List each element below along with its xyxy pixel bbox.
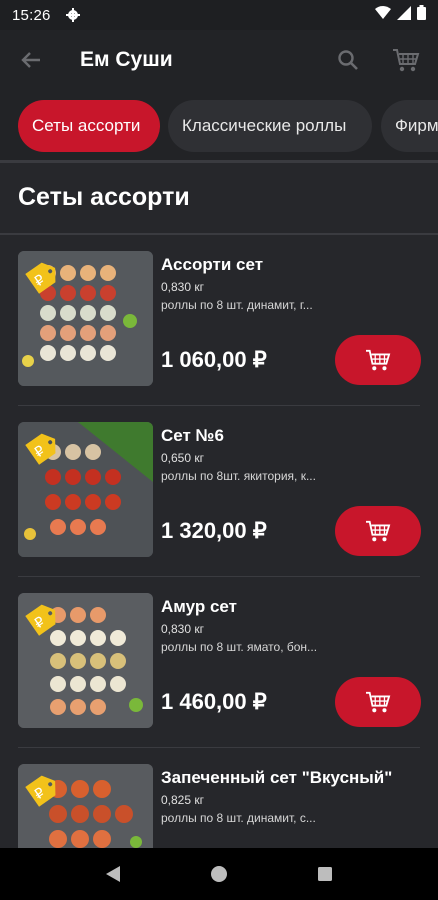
product-weight: 0,830 кг — [161, 622, 204, 636]
app-bar: Ем Суши — [0, 30, 438, 90]
tab-sets-assorti[interactable]: Сеты ассорти — [18, 100, 160, 152]
back-triangle-icon — [106, 866, 120, 882]
product-image[interactable]: ₽ — [18, 251, 153, 386]
product-weight: 0,825 кг — [161, 793, 204, 807]
product-description: роллы по 8 шт. динамит, г... — [161, 298, 313, 312]
price-tag-icon: ₽ — [25, 262, 56, 294]
product-image[interactable]: ₽ — [18, 422, 153, 557]
tab-signature[interactable]: Фирм — [381, 100, 438, 152]
back-button[interactable] — [0, 30, 62, 90]
cart-icon — [393, 49, 420, 72]
product-weight: 0,830 кг — [161, 280, 204, 294]
product-weight: 0,650 кг — [161, 451, 204, 465]
product-name: Сет №6 — [161, 426, 224, 445]
product-description: роллы по 8 шт. ямато, бон... — [161, 640, 318, 654]
price-tag-icon: ₽ — [25, 604, 56, 636]
nav-back-button[interactable] — [93, 854, 133, 894]
home-circle-icon — [211, 866, 227, 882]
product-image[interactable]: ₽ — [18, 593, 153, 728]
product-card[interactable]: ₽ Амур сет 0,830 кг роллы по 8 шт. ямато… — [0, 577, 438, 748]
status-time: 15:26 — [12, 6, 51, 24]
status-bar: 15:26 — [0, 0, 438, 30]
nav-home-button[interactable] — [199, 854, 239, 894]
search-button[interactable] — [330, 42, 366, 78]
product-price: 1 060,00 ₽ — [161, 347, 267, 372]
gear-icon — [65, 7, 81, 23]
price-tag-icon: ₽ — [25, 775, 56, 807]
cart-button[interactable] — [386, 42, 426, 78]
add-to-cart-button[interactable] — [335, 506, 421, 556]
product-card[interactable]: ₽ Сет №6 0,650 кг роллы по 8шт. якитория… — [0, 406, 438, 577]
product-name: Ассорти сет — [161, 255, 264, 274]
back-arrow-icon — [21, 52, 40, 68]
category-tabs: Сеты ассорти Классические роллы Фирм — [0, 90, 438, 162]
tab-classic-rolls[interactable]: Классические роллы — [168, 100, 372, 152]
wifi-icon — [375, 5, 391, 25]
search-icon — [338, 50, 358, 70]
tabs-divider — [0, 160, 438, 163]
product-price: 1 460,00 ₽ — [161, 689, 267, 714]
add-to-cart-button[interactable] — [335, 335, 421, 385]
nav-recents-button[interactable] — [305, 854, 345, 894]
product-name: Амур сет — [161, 597, 237, 616]
app-title: Ем Суши — [80, 48, 173, 71]
recents-square-icon — [318, 867, 332, 881]
product-description: роллы по 8 шт. динамит, с... — [161, 811, 316, 825]
cart-icon — [366, 520, 391, 542]
cart-icon — [366, 691, 391, 713]
system-nav-bar — [0, 848, 438, 900]
product-price: 1 320,00 ₽ — [161, 518, 267, 543]
cart-icon — [366, 349, 391, 371]
signal-icon — [397, 5, 411, 25]
add-to-cart-button[interactable] — [335, 677, 421, 727]
product-card[interactable]: ₽ Ассорти сет 0,830 кг роллы по 8 шт. ди… — [0, 235, 438, 406]
product-description: роллы по 8шт. якитория, к... — [161, 469, 316, 483]
price-tag-icon: ₽ — [25, 433, 56, 465]
section-title: Сеты ассорти — [18, 183, 190, 211]
product-name: Запеченный сет "Вкусный" — [161, 768, 393, 787]
battery-icon — [417, 5, 426, 25]
